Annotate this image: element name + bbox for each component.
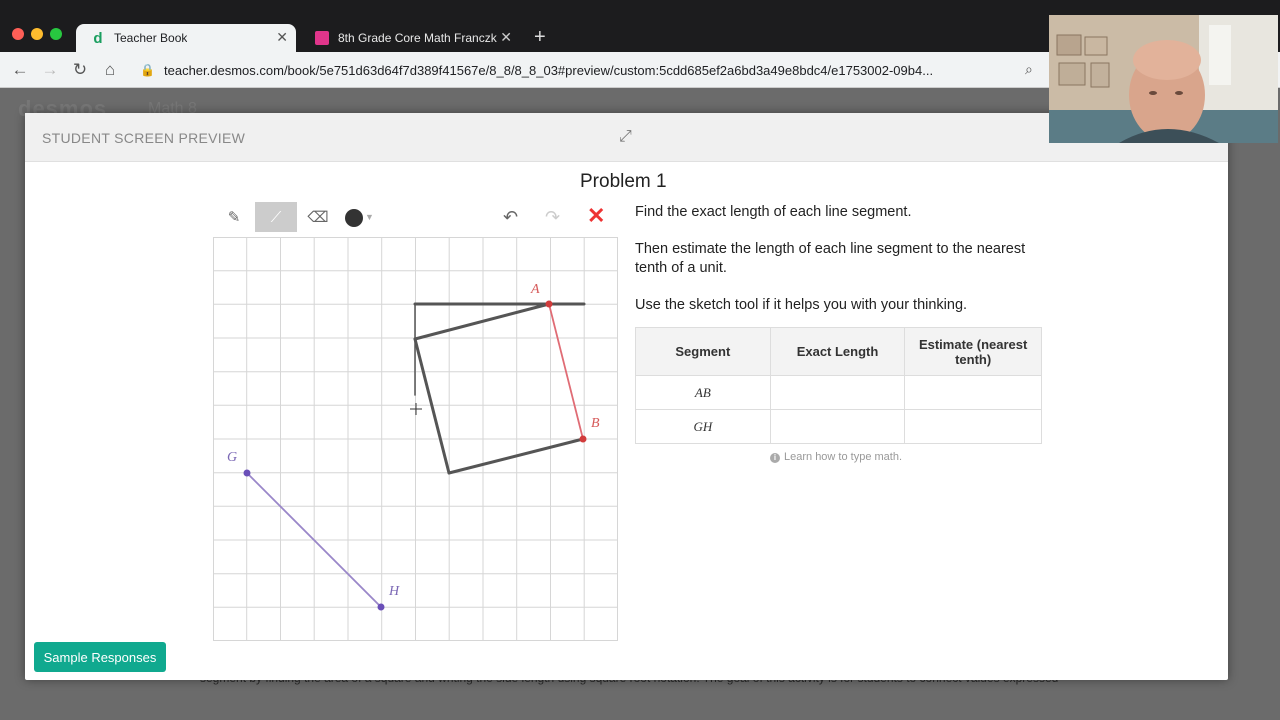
color-picker-button[interactable] [345,209,363,227]
header-segment: Segment [635,327,771,376]
student-preview-modal: STUDENT SCREEN PREVIEW ⤢ Problem 1 ✎ ⟋ ⌫… [25,113,1228,680]
info-icon: i [770,453,780,463]
label-a: A [530,282,540,297]
modal-header: STUDENT SCREEN PREVIEW ⤢ [25,113,1228,162]
estimate-input[interactable] [904,409,1042,444]
chevron-down-icon[interactable]: ▼ [365,212,374,222]
point-h [377,603,385,611]
tab-math-sheet[interactable]: 8th Grade Core Math Franczk ✕ [300,24,520,52]
url-text: teacher.desmos.com/book/5e751d63d64f7d38… [164,62,934,78]
sheets-icon [314,30,330,46]
point-g [243,469,251,477]
segment-cell: AB [635,375,771,410]
table-row: GH [635,409,1042,444]
modal-title: STUDENT SCREEN PREVIEW [42,130,246,146]
search-icon[interactable]: ⌕ [1025,61,1033,78]
pencil-tool-button[interactable]: ✎ [213,202,255,232]
crosshair-cursor-icon [410,403,422,415]
header-exact-length: Exact Length [769,327,906,376]
instruction-1: Find the exact length of each line segme… [635,204,912,220]
label-b: B [591,416,600,431]
webcam-overlay [1049,15,1278,143]
learn-math-text: Learn how to type math. [784,451,903,463]
segment-cell: GH [635,409,771,444]
lock-icon: 🔒 [140,63,155,77]
fullscreen-icon[interactable]: ⤢ [619,128,632,146]
desmos-icon: d [93,29,103,47]
header-estimate: Estimate (nearest tenth) [904,327,1042,376]
webcam-image [1049,15,1278,143]
minimize-window-button[interactable] [31,28,43,40]
sketch-canvas[interactable]: A B G H [213,237,618,641]
grid [213,237,618,641]
home-icon[interactable]: ⌂ [100,60,120,80]
sample-responses-button[interactable]: Sample Responses [34,642,166,672]
zoom-window-button[interactable] [50,28,62,40]
forward-icon[interactable]: → [40,60,60,80]
instruction-2: Then estimate the length of each line se… [635,241,1026,276]
estimate-input[interactable] [904,375,1042,410]
back-icon[interactable]: ← [10,60,30,80]
exact-length-input[interactable] [769,409,906,444]
close-tab-icon[interactable]: ✕ [500,29,512,46]
reload-icon[interactable]: ↻ [70,60,90,80]
tab-teacher-book[interactable]: d Teacher Book ✕ [76,24,296,52]
tab-label: Teacher Book [114,31,188,45]
line-tool-button[interactable]: ⟋ [255,202,297,232]
learn-math-link[interactable]: i Learn how to type math. [770,451,902,463]
point-b [579,435,587,443]
problem-title: Problem 1 [580,171,667,192]
segment-table: Segment Exact Length Estimate (nearest t… [635,327,1042,444]
sketch-square [413,302,586,475]
clear-sketch-icon[interactable]: ✕ [587,203,605,229]
sketch-toolbar: ✎ ⟋ ⌫ ▼ ↶ ↷ ✕ [213,202,618,234]
redo-icon: ↷ [545,207,561,227]
new-tab-button[interactable]: + [534,26,546,49]
exact-length-input[interactable] [769,375,906,410]
label-h: H [388,584,400,599]
close-window-button[interactable] [12,28,24,40]
close-tab-icon[interactable]: ✕ [276,29,288,46]
instruction-3: Use the sketch tool if it helps you with… [635,297,968,313]
undo-icon[interactable]: ↶ [503,207,518,228]
address-bar[interactable]: 🔒 teacher.desmos.com/book/5e751d63d64f7d… [140,56,1050,84]
label-g: G [227,450,237,465]
eraser-tool-button[interactable]: ⌫ [297,202,339,232]
point-a [545,300,553,308]
table-row: AB [635,375,1042,410]
tab-label: 8th Grade Core Math Franczk [338,31,497,45]
